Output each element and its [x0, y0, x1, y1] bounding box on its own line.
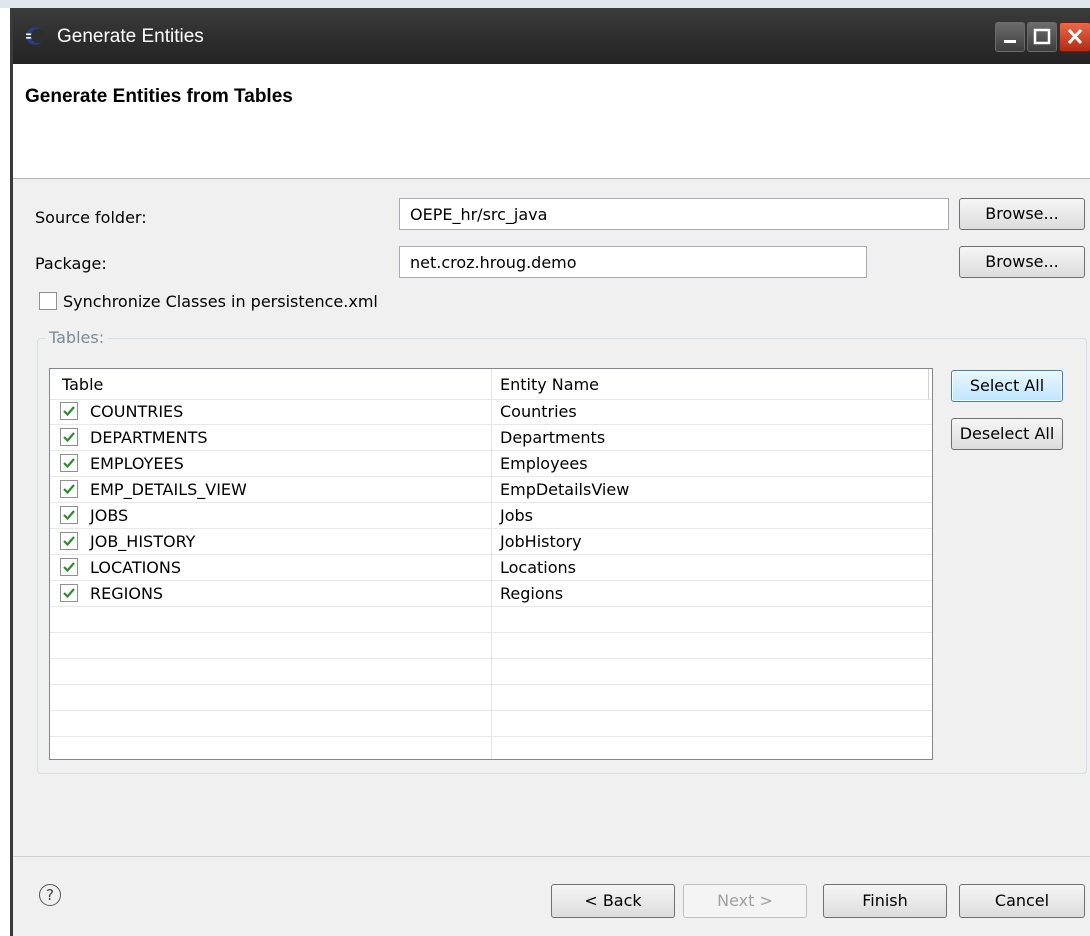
- cancel-button[interactable]: Cancel: [959, 884, 1085, 918]
- table-name: EMPLOYEES: [90, 454, 184, 473]
- row-checkbox[interactable]: [60, 532, 78, 550]
- deselect-all-button[interactable]: Deselect All: [951, 418, 1063, 450]
- wizard-banner: Generate Entities from Tables: [13, 64, 1090, 179]
- maximize-button[interactable]: [1027, 22, 1057, 52]
- next-button[interactable]: Next >: [683, 884, 807, 918]
- entity-name[interactable]: Departments: [500, 428, 605, 447]
- table-row[interactable]: JOB_HISTORY JobHistory: [50, 529, 932, 555]
- entity-name[interactable]: EmpDetailsView: [500, 480, 629, 499]
- column-header-table[interactable]: Table: [62, 375, 103, 394]
- empty-row: [50, 711, 932, 737]
- row-checkbox[interactable]: [60, 454, 78, 472]
- row-checkbox[interactable]: [60, 584, 78, 602]
- close-button[interactable]: [1059, 22, 1090, 52]
- empty-row: [50, 633, 932, 659]
- select-all-button[interactable]: Select All: [951, 370, 1063, 402]
- row-checkbox[interactable]: [60, 402, 78, 420]
- check-icon: [63, 406, 75, 417]
- entity-name[interactable]: JobHistory: [500, 532, 582, 551]
- entity-name[interactable]: Jobs: [500, 506, 533, 525]
- entity-name[interactable]: Countries: [500, 402, 577, 421]
- close-icon: [1067, 28, 1083, 45]
- entity-name[interactable]: Locations: [500, 558, 576, 577]
- footer-divider: [13, 856, 1090, 857]
- synchronize-checkbox[interactable]: [39, 292, 57, 310]
- table-row[interactable]: EMPLOYEES Employees: [50, 451, 932, 477]
- table-name: COUNTRIES: [90, 402, 184, 421]
- source-folder-label: Source folder:: [35, 208, 147, 227]
- row-checkbox[interactable]: [60, 428, 78, 446]
- check-icon: [63, 484, 75, 495]
- source-folder-browse-button[interactable]: Browse...: [959, 198, 1085, 230]
- finish-button[interactable]: Finish: [823, 884, 947, 918]
- package-field[interactable]: net.croz.hroug.demo: [399, 246, 867, 278]
- empty-row: [50, 737, 932, 759]
- check-icon: [63, 458, 75, 469]
- table-row[interactable]: LOCATIONS Locations: [50, 555, 932, 581]
- empty-row: [50, 685, 932, 711]
- tables-list[interactable]: Table Entity Name COUNTRIES Countries DE…: [49, 368, 933, 760]
- title-bar[interactable]: Generate Entities: [13, 8, 1090, 64]
- row-checkbox[interactable]: [60, 506, 78, 524]
- check-icon: [63, 536, 75, 547]
- check-icon: [63, 432, 75, 443]
- check-icon: [63, 510, 75, 521]
- tables-group-label: Tables:: [45, 328, 109, 347]
- synchronize-label: Synchronize Classes in persistence.xml: [63, 292, 378, 311]
- dialog-window: Generate Entities Generate Entities from…: [10, 8, 1090, 936]
- package-browse-button[interactable]: Browse...: [959, 246, 1085, 278]
- page-title: Generate Entities from Tables: [25, 86, 293, 107]
- entity-name[interactable]: Employees: [500, 454, 588, 473]
- minimize-button[interactable]: [995, 22, 1025, 52]
- column-header-entity-name[interactable]: Entity Name: [500, 375, 599, 394]
- maximize-icon: [1033, 28, 1051, 45]
- table-row[interactable]: EMP_DETAILS_VIEW EmpDetailsView: [50, 477, 932, 503]
- row-checkbox[interactable]: [60, 558, 78, 576]
- empty-row: [50, 659, 932, 685]
- table-name: EMP_DETAILS_VIEW: [90, 480, 247, 499]
- back-button[interactable]: < Back: [551, 884, 675, 918]
- table-row[interactable]: COUNTRIES Countries: [50, 399, 932, 425]
- table-row[interactable]: REGIONS Regions: [50, 581, 932, 607]
- minimize-icon: [1004, 40, 1016, 43]
- eclipse-icon: [26, 27, 45, 45]
- table-name: LOCATIONS: [90, 558, 182, 577]
- package-label: Package:: [35, 254, 107, 273]
- window-title: Generate Entities: [57, 26, 204, 47]
- check-icon: [63, 588, 75, 599]
- check-icon: [63, 562, 75, 573]
- header-divider: [928, 369, 929, 399]
- empty-row: [50, 607, 932, 633]
- entity-name[interactable]: Regions: [500, 584, 563, 603]
- table-row[interactable]: DEPARTMENTS Departments: [50, 425, 932, 451]
- source-folder-field[interactable]: OEPE_hr/src_java: [399, 198, 949, 230]
- table-name: JOB_HISTORY: [90, 532, 196, 551]
- row-checkbox[interactable]: [60, 480, 78, 498]
- table-row[interactable]: JOBS Jobs: [50, 503, 932, 529]
- table-name: JOBS: [90, 506, 129, 525]
- background-strip: [0, 0, 1090, 8]
- table-name: REGIONS: [90, 584, 164, 603]
- table-name: DEPARTMENTS: [90, 428, 208, 447]
- help-icon[interactable]: ?: [39, 884, 61, 906]
